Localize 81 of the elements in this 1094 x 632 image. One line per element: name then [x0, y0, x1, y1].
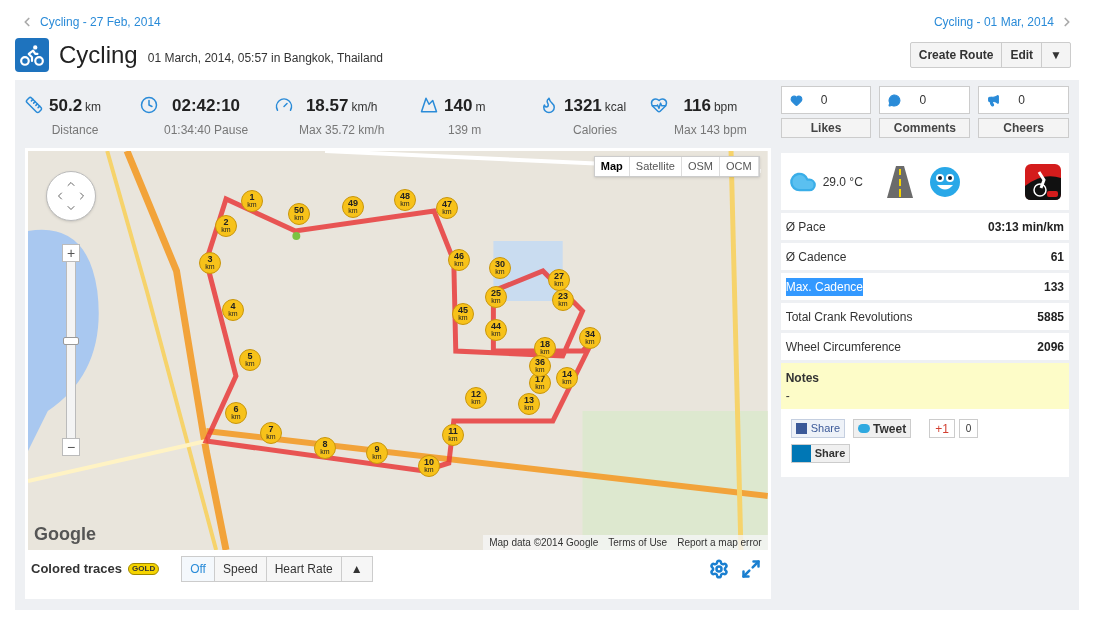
detail-value: 133 [1043, 278, 1064, 296]
header-button[interactable]: Edit [1002, 43, 1043, 67]
social-button[interactable]: Cheers [978, 118, 1069, 138]
detail-label: Ø Cadence [785, 248, 847, 266]
mountain-icon [420, 96, 438, 114]
smiley-icon [928, 165, 961, 198]
stat-unit: m [475, 99, 486, 116]
clock-icon [140, 96, 158, 114]
trace-option-button[interactable]: Off [182, 557, 215, 581]
linkedin-share-button[interactable]: Share [790, 444, 851, 463]
detail-value: 2096 [1037, 338, 1064, 356]
stat-label: 01:34:40 Pause [164, 121, 249, 139]
detail-label: Total Crank Revolutions [785, 308, 913, 326]
next-activity-link[interactable]: Cycling - 01 Mar, 2014 [933, 10, 1074, 34]
tweet-button[interactable]: Tweet [853, 419, 912, 438]
map-link[interactable]: Terms of Use [608, 535, 668, 550]
settings-icon[interactable] [708, 559, 729, 579]
fullscreen-icon[interactable] [740, 559, 761, 579]
detail-label: Ø Pace [785, 218, 826, 236]
temperature: 29.0 °C [822, 173, 863, 191]
flame-icon [540, 96, 558, 114]
speech-bubble-icon [888, 93, 902, 107]
map-attribution: Map data ©2014 Google [489, 536, 599, 550]
zoom-in-button[interactable]: + [62, 244, 80, 262]
dropdown-button[interactable]: ▼ [1042, 43, 1070, 67]
stat-value: 02:42:10 [172, 95, 241, 117]
map-type-tab[interactable]: OCM [720, 157, 759, 176]
stat-value: 50.2 [49, 95, 83, 117]
header-button[interactable]: Create Route [910, 43, 1003, 67]
stat-value: 116 [683, 95, 711, 117]
stat-value: 1321 [564, 95, 602, 117]
stat-label: Distance [51, 121, 99, 139]
stat-label: Calories [573, 121, 618, 139]
social-count-box: 0 [879, 86, 971, 114]
detail-value: 5885 [1037, 308, 1064, 326]
activity-title: Cycling [59, 40, 138, 70]
notes-text: - [785, 388, 791, 405]
trace-option-button[interactable]: Heart Rate [266, 557, 342, 581]
plus-one-count: 0 [958, 419, 979, 438]
premium-badge: GOLD [128, 563, 160, 575]
stat-unit: km/h [351, 99, 378, 116]
stat-unit: kcal [604, 99, 627, 116]
megaphone-icon [987, 93, 1001, 107]
social-button[interactable]: Comments [879, 118, 971, 138]
stat-value: 140 [444, 95, 473, 117]
social-count-box: 0 [780, 86, 872, 114]
stat-label: Max 35.72 km/h [299, 121, 385, 139]
map-type-tab[interactable]: Satellite [629, 157, 682, 176]
zoom-slider-track[interactable] [66, 262, 76, 438]
stat-label: Max 143 bpm [674, 121, 747, 139]
zoom-out-button[interactable]: − [62, 438, 80, 456]
facebook-share-button[interactable]: Share [790, 419, 846, 438]
google-plus-button[interactable]: +1 [929, 419, 955, 438]
detail-label: Wheel Circumference [785, 338, 902, 356]
map-link[interactable]: Report a map error [677, 535, 762, 550]
map-type-tab[interactable]: Map [594, 157, 630, 176]
zoom-slider-thumb[interactable] [63, 337, 79, 346]
previous-activity-link[interactable]: Cycling - 27 Feb, 2014 [20, 10, 161, 34]
detail-value: 61 [1050, 248, 1064, 266]
collapse-button[interactable]: ▲ [341, 557, 372, 581]
stat-unit: bpm [713, 99, 738, 116]
notes-title: Notes [785, 370, 820, 387]
detail-value: 03:13 min/km [987, 218, 1064, 236]
heart-pulse-icon [650, 96, 668, 114]
trace-option-button[interactable]: Speed [214, 557, 267, 581]
social-button[interactable]: Likes [780, 118, 872, 138]
map-type-tab[interactable]: OSM [681, 157, 720, 176]
map-logo: Google [34, 523, 96, 546]
app-logo-icon [1025, 163, 1061, 200]
road-icon [886, 165, 913, 198]
ruler-icon [25, 96, 43, 114]
activity-subtitle: 01 March, 2014, 05:57 in Bangkok, Thailand [147, 50, 383, 67]
heart-icon [789, 93, 803, 107]
social-count-box: 0 [978, 86, 1069, 114]
detail-label: Max. Cadence [785, 277, 864, 296]
stat-value: 18.57 [305, 95, 349, 117]
gauge-icon [275, 96, 293, 114]
cycling-icon [15, 38, 49, 72]
stat-unit: km [85, 99, 102, 116]
colored-traces-label: Colored traces [31, 560, 123, 579]
stat-label: 139 m [448, 121, 482, 139]
